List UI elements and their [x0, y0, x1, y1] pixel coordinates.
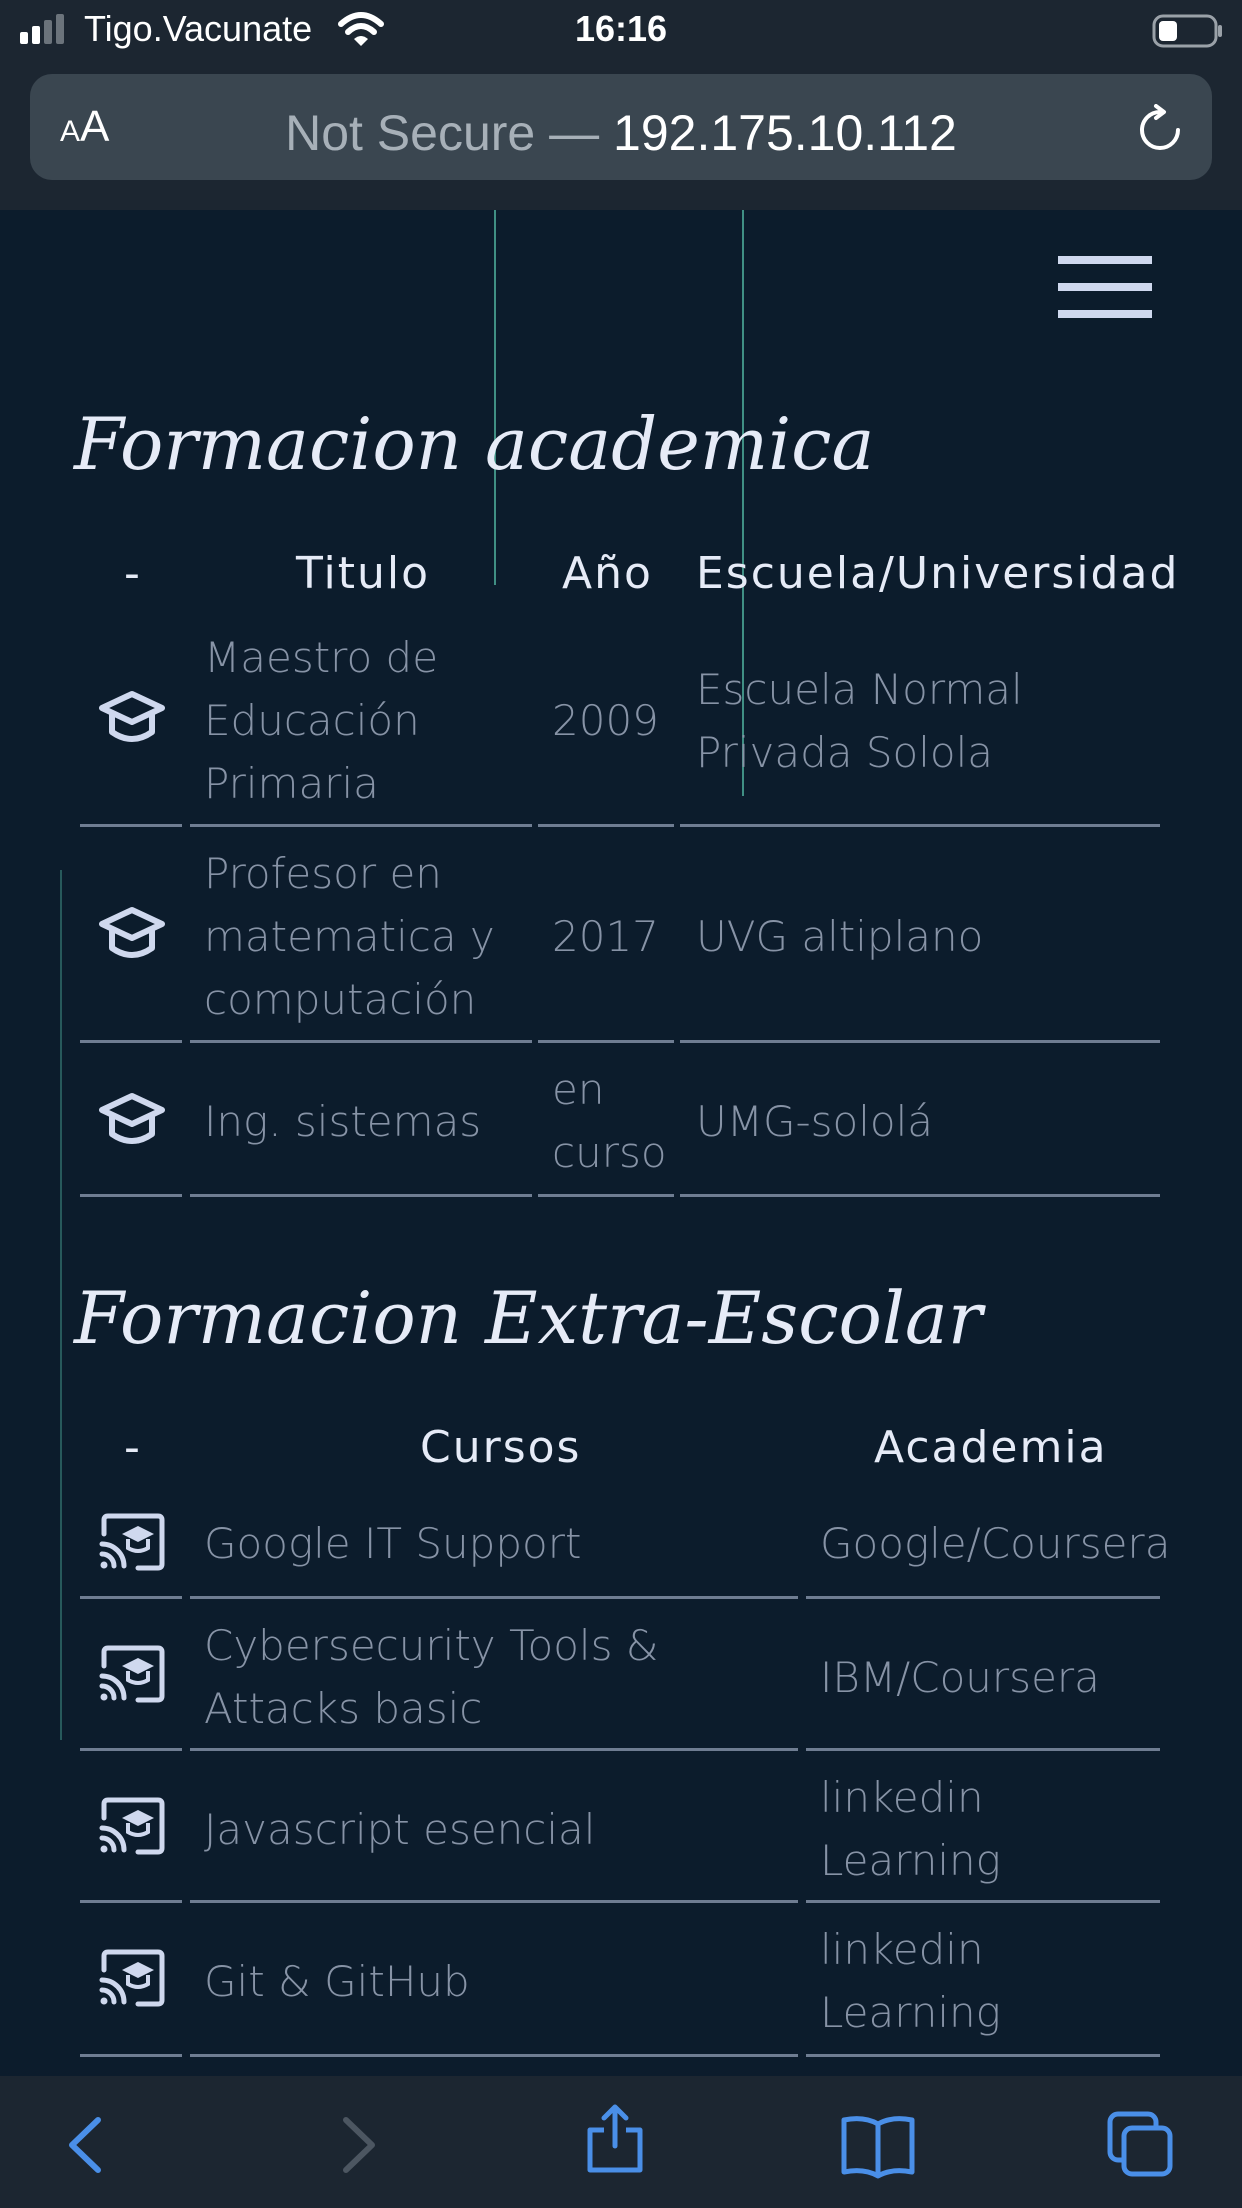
tabs-icon[interactable] [1106, 2110, 1176, 2180]
header-escuela: Escuela/Universidad [696, 548, 1180, 599]
extra-row-course: Git & GitHub [204, 1957, 470, 2006]
online-education-icon [99, 1513, 165, 1571]
academic-row-year: 2009 [552, 696, 659, 745]
share-icon[interactable] [580, 2104, 650, 2174]
clock: 16:16 [574, 8, 668, 49]
academic-row-title: Ing. sistemas [204, 1097, 482, 1146]
academic-row-year: 2017 [552, 912, 659, 961]
header-anio: Año [562, 548, 653, 599]
url-text[interactable]: Not Secure — 192.175.10.112 [30, 104, 1212, 162]
browser-toolbar [0, 2076, 1242, 2208]
academic-row-title: Maestro de Educación Primaria [204, 633, 439, 808]
battery-icon [1152, 14, 1222, 48]
header-cursos: Cursos [420, 1422, 582, 1473]
graduation-cap-icon [99, 691, 165, 742]
bookmarks-icon[interactable] [840, 2110, 916, 2180]
status-bar: Tigo.Vacunate 16:16 [0, 0, 1242, 62]
url-security-label: Not Secure — [285, 105, 614, 161]
academic-row-title: Profesor en matematica y computación [204, 849, 495, 1024]
url-host: 192.175.10.112 [613, 105, 957, 161]
extra-row-academy: linkedin Learning [820, 1925, 1001, 2037]
section-title-extra: Formacion Extra-Escolar [74, 1276, 983, 1360]
online-education-icon [99, 1949, 165, 2007]
reload-icon[interactable] [1134, 104, 1186, 156]
page-content: Formacion academica - Titulo Año Escuela… [0, 210, 1242, 2076]
header-icon-col: - [124, 1422, 142, 1473]
extra-row-course: Cybersecurity Tools & Attacks basic [204, 1621, 659, 1733]
extra-row-academy: IBM/Coursera [820, 1653, 1100, 1702]
hamburger-menu-icon[interactable] [1058, 256, 1152, 320]
online-education-icon [99, 1645, 165, 1703]
extra-row-course: Google IT Support [204, 1519, 582, 1568]
browser-chrome: AA Not Secure — 192.175.10.112 [0, 62, 1242, 210]
forward-icon[interactable] [322, 2110, 392, 2180]
header-titulo: Titulo [296, 548, 431, 599]
back-icon[interactable] [52, 2110, 122, 2180]
section-title-academic: Formacion academica [74, 402, 875, 486]
graduation-cap-icon [99, 907, 165, 958]
academic-row-school: Escuela Normal Privada Solola [696, 665, 1023, 777]
address-bar[interactable]: AA Not Secure — 192.175.10.112 [30, 74, 1212, 180]
extra-row-academy: Google/Coursera [820, 1519, 1171, 1568]
graduation-cap-icon [99, 1093, 165, 1144]
decorative-line [60, 870, 62, 1740]
extra-row-academy: linkedin Learning [820, 1773, 1001, 1885]
header-academia: Academia [874, 1422, 1108, 1473]
academic-row-year: en curso [552, 1065, 667, 1177]
header-icon-col: - [124, 548, 142, 599]
academic-row-school: UMG-sololá [696, 1097, 934, 1146]
decorative-line [494, 210, 496, 585]
academic-row-school: UVG altiplano [696, 912, 984, 961]
online-education-icon [99, 1797, 165, 1855]
extra-row-course: Javascript esencial [204, 1805, 596, 1854]
